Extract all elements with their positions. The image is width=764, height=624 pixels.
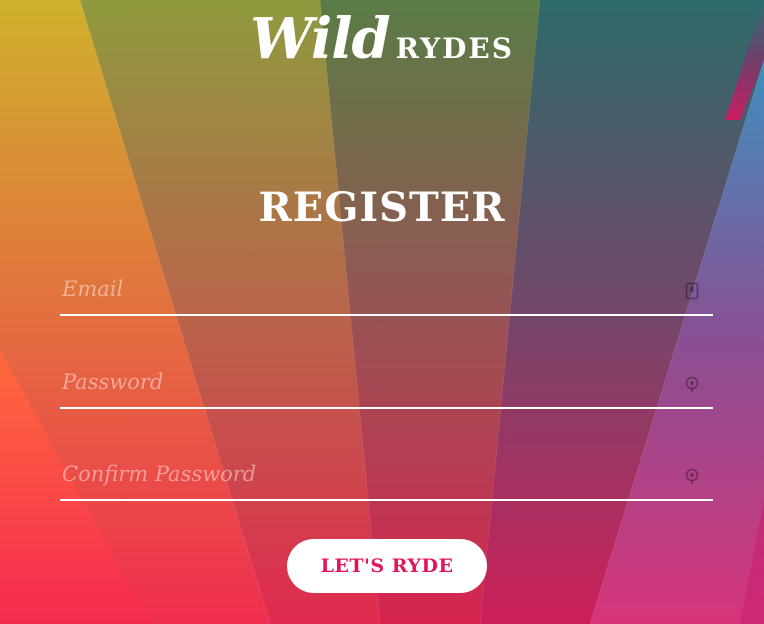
password-input[interactable] [60,359,662,405]
password-field-wrapper [60,359,713,409]
logo-rydes-text: RYDES [395,32,514,65]
email-input[interactable] [60,266,662,312]
lock-icon [685,376,699,392]
email-field-wrapper [60,266,713,316]
page-title: REGISTER [258,184,506,231]
lock-icon [685,468,699,484]
id-card-icon [685,282,699,300]
confirm-password-field-wrapper [60,451,713,501]
confirm-password-input[interactable] [60,451,662,497]
lets-ryde-button[interactable]: LET'S RYDE [287,539,487,593]
logo-wild-text: Wild [250,6,391,72]
wild-rydes-logo: Wild RYDES [0,8,764,70]
